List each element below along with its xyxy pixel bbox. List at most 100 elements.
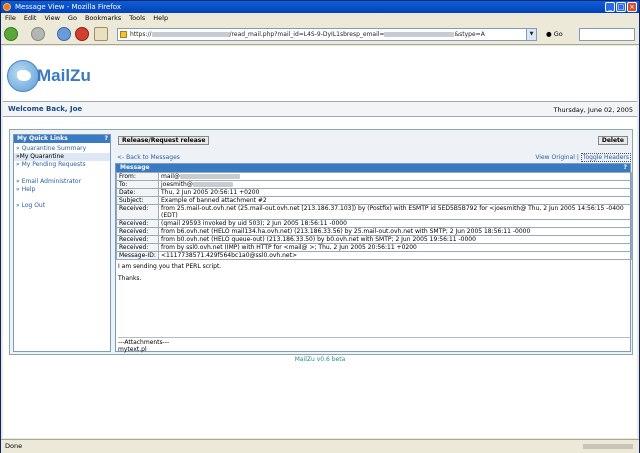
table-row: Message-ID: <1117738571.429f564bc1a0@ssl0… bbox=[116, 251, 632, 260]
header-key: Received: bbox=[116, 235, 159, 244]
menu-file[interactable]: File bbox=[1, 13, 20, 24]
menu-edit[interactable]: Edit bbox=[20, 13, 41, 24]
header-key: Subject: bbox=[116, 196, 159, 205]
footer-version: MailZu v0.6 beta bbox=[294, 356, 346, 363]
navigation-toolbar: https:// /read_mail.php?mail_id=L4S-9-DyI… bbox=[1, 24, 639, 45]
attachments-section: ---Attachments--- mytext.pl bbox=[118, 337, 630, 353]
go-label: Go bbox=[553, 30, 563, 38]
quick-links-header: My Quick Links ? bbox=[14, 135, 110, 143]
minimize-button[interactable]: _ bbox=[605, 2, 615, 12]
quick-links-panel: My Quick Links ? » Quarantine Summary »M… bbox=[13, 134, 111, 352]
sidebar-item-my-quarantine[interactable]: »My Quarantine bbox=[14, 153, 110, 161]
sidebar-item-help[interactable]: » Help bbox=[14, 186, 110, 194]
header-key: Received: bbox=[116, 227, 159, 236]
sidebar-item-quarantine-summary[interactable]: » Quarantine Summary bbox=[14, 145, 110, 153]
header-key: To: bbox=[116, 180, 159, 189]
message-area: Release/Request release Delete <- Back t… bbox=[115, 134, 632, 353]
lock-icon bbox=[120, 31, 127, 38]
menu-help[interactable]: Help bbox=[149, 13, 172, 24]
attachments-divider bbox=[118, 337, 630, 338]
header-value: (qmail 29593 invoked by uid 503); 2 Jun … bbox=[158, 219, 632, 228]
table-row: Received: from b0.ovh.net (HELO queue-out… bbox=[116, 235, 632, 244]
header-key: Date: bbox=[116, 188, 159, 197]
message-panel: Message ? From: mail@ To: joesmith@ Date: T… bbox=[115, 163, 632, 353]
menu-view[interactable]: View bbox=[40, 13, 63, 24]
table-row: Received: from by ssl0.ovh.net (IMP) with… bbox=[116, 243, 632, 252]
body-line: I am sending you that PERL script. bbox=[118, 263, 222, 270]
reload-icon[interactable] bbox=[57, 27, 71, 41]
header-key: From: bbox=[116, 172, 159, 181]
header-value: <1117738571.429f564bc1a0@ssl0.ovh.net> bbox=[158, 251, 632, 260]
page-content: MailZu Welcome Back, Joe Thursday, June … bbox=[3, 46, 637, 438]
attachment-file[interactable]: mytext.pl bbox=[118, 346, 630, 353]
status-bar: Done bbox=[1, 439, 639, 453]
header-value: Thu, 2 Jun 2005 20:56:11 +0200 bbox=[158, 188, 632, 197]
home-icon[interactable] bbox=[94, 27, 108, 41]
firefox-icon bbox=[3, 3, 11, 11]
current-date: Thursday, June 02, 2005 bbox=[553, 106, 633, 114]
table-row: Subject: Example of banned attachment #2 bbox=[116, 196, 632, 205]
main-panel: My Quick Links ? » Quarantine Summary »M… bbox=[9, 129, 633, 355]
close-button[interactable]: × bbox=[627, 2, 637, 12]
header-value: from 25.mail-out.ovh.net (25.mail-out.ov… bbox=[158, 204, 632, 220]
message-header-bar: Message ? bbox=[116, 164, 630, 172]
header-value: Example of banned attachment #2 bbox=[158, 196, 632, 205]
menu-tools[interactable]: Tools bbox=[125, 13, 149, 24]
link-separator: | bbox=[576, 154, 579, 161]
message-body: I am sending you that PERL script. Thank… bbox=[116, 260, 630, 286]
logo-text: MailZu bbox=[37, 66, 91, 85]
url-prefix: https:// bbox=[130, 31, 152, 38]
table-row: Date: Thu, 2 Jun 2005 20:56:11 +0200 bbox=[116, 188, 632, 197]
back-icon[interactable] bbox=[4, 27, 18, 41]
stop-icon[interactable] bbox=[75, 27, 89, 41]
view-links: View Original | Toggle Headers bbox=[535, 153, 631, 162]
url-field[interactable]: https:// /read_mail.php?mail_id=L4S-9-DyI… bbox=[117, 28, 537, 41]
table-row: Received: from 25.mail-out.ovh.net (25.ma… bbox=[116, 204, 632, 220]
url-path: /read_mail.php?mail_id=L4S-9-DyIL1sbresp… bbox=[229, 31, 385, 38]
header-key: Received: bbox=[116, 204, 159, 220]
header-value: mail@ bbox=[158, 172, 632, 181]
quick-links-help-button[interactable]: ? bbox=[105, 135, 108, 143]
delete-button[interactable]: Delete bbox=[597, 136, 628, 145]
header-key: Received: bbox=[116, 219, 159, 228]
sidebar-item-pending-requests[interactable]: » My Pending Requests bbox=[14, 161, 110, 169]
go-button[interactable]: ● Go bbox=[546, 28, 563, 41]
back-to-messages-link[interactable]: <- Back to Messages bbox=[117, 154, 180, 161]
headers-table: From: mail@ To: joesmith@ Date: Thu, 2 Jun … bbox=[116, 172, 632, 260]
table-row: Received: from b6.ovh.net (HELO mail134.h… bbox=[116, 227, 632, 236]
header-key: Message-ID: bbox=[116, 251, 159, 260]
welcome-bar: Welcome Back, Joe Thursday, June 02, 200… bbox=[3, 101, 637, 117]
body-line: Thanks. bbox=[118, 275, 142, 282]
status-text: Done bbox=[5, 442, 23, 450]
title-bar: Message View - Mozilla Firefox _ □ × bbox=[1, 1, 639, 13]
menu-go[interactable]: Go bbox=[64, 13, 81, 24]
table-row: From: mail@ bbox=[116, 172, 632, 181]
header-value: from b6.ovh.net (HELO mail134.ha.ovh.net… bbox=[158, 227, 632, 236]
header-value: joesmith@ bbox=[158, 180, 632, 189]
url-suffix: &stype=A bbox=[454, 31, 485, 38]
to-address: joesmith@ bbox=[161, 181, 193, 188]
browser-window: Message View - Mozilla Firefox _ □ × Fil… bbox=[0, 0, 640, 453]
quick-links-title: My Quick Links bbox=[17, 135, 68, 142]
view-original-link[interactable]: View Original bbox=[535, 154, 575, 161]
toggle-headers-link[interactable]: Toggle Headers bbox=[580, 153, 631, 162]
header-value: from by ssl0.ovh.net (IMP) with HTTP for… bbox=[158, 243, 632, 252]
menu-bar: File Edit View Go Bookmarks Tools Help bbox=[1, 13, 639, 24]
menu-bookmarks[interactable]: Bookmarks bbox=[81, 13, 125, 24]
sidebar-item-email-admin[interactable]: » Email Administrator bbox=[14, 178, 110, 186]
release-button[interactable]: Release/Request release bbox=[118, 136, 210, 145]
sidebar-item-log-out[interactable]: » Log Out bbox=[14, 202, 110, 210]
message-help-button[interactable]: ? bbox=[624, 164, 627, 172]
mailzu-logo: MailZu bbox=[7, 60, 107, 94]
header-value: from b0.ovh.net (HELO queue-out) (213.18… bbox=[158, 235, 632, 244]
search-input[interactable] bbox=[579, 28, 635, 41]
table-row: To: joesmith@ bbox=[116, 180, 632, 189]
header-key: Received: bbox=[116, 243, 159, 252]
status-security-indicator bbox=[583, 444, 633, 449]
from-address: mail@ bbox=[161, 173, 180, 180]
maximize-button[interactable]: □ bbox=[616, 2, 626, 12]
window-title: Message View - Mozilla Firefox bbox=[15, 3, 122, 11]
welcome-text: Welcome Back, Joe bbox=[8, 105, 83, 113]
forward-icon[interactable] bbox=[31, 27, 45, 41]
url-dropdown-icon[interactable]: ▼ bbox=[526, 29, 536, 40]
